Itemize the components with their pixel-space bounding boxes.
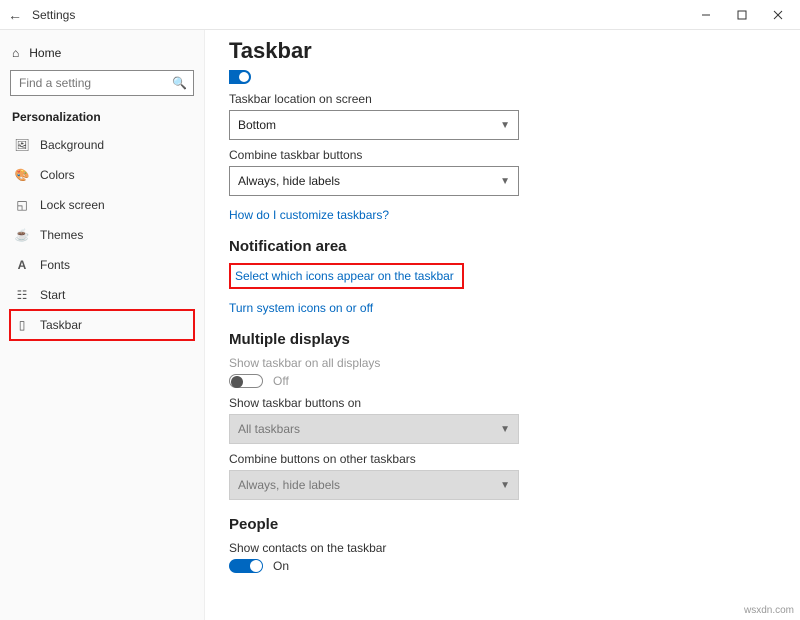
sidebar-item-label: Background — [40, 138, 104, 152]
main-pane: Taskbar Taskbar location on screen Botto… — [205, 30, 800, 620]
close-icon — [773, 10, 783, 20]
combine-buttons-dropdown[interactable]: Always, hide labels ▼ — [229, 166, 519, 196]
taskbar-icon: ▯ — [14, 318, 30, 332]
sidebar-item-themes[interactable]: ☕ Themes — [10, 220, 194, 250]
dropdown-value: Bottom — [238, 118, 276, 132]
back-button[interactable]: ← — [6, 7, 24, 23]
lock-screen-icon: ◱ — [14, 198, 30, 212]
sidebar-item-label: Lock screen — [40, 198, 105, 212]
notification-area-heading: Notification area — [229, 238, 776, 255]
home-button[interactable]: ⌂ Home — [10, 40, 194, 70]
combine-other-taskbars-label: Combine buttons on other taskbars — [229, 452, 776, 466]
show-contacts-toggle[interactable] — [229, 559, 263, 573]
minimize-icon — [701, 10, 711, 20]
minimize-button[interactable] — [688, 0, 724, 29]
dropdown-value: All taskbars — [238, 422, 300, 436]
search-field[interactable]: 🔍 — [10, 70, 194, 96]
search-input[interactable] — [17, 75, 167, 91]
sidebar-item-background[interactable]: 🖼 Background — [10, 130, 194, 160]
home-label: Home — [29, 46, 61, 60]
home-icon: ⌂ — [12, 46, 19, 60]
toggle-knob — [250, 560, 262, 572]
chevron-down-icon: ▼ — [500, 424, 510, 435]
sidebar-item-lock-screen[interactable]: ◱ Lock screen — [10, 190, 194, 220]
highlighted-box: Select which icons appear on the taskbar — [229, 263, 464, 289]
image-icon: 🖼 — [14, 138, 30, 152]
people-heading: People — [229, 516, 776, 533]
show-contacts-label: Show contacts on the taskbar — [229, 541, 776, 555]
show-taskbar-buttons-on-dropdown: All taskbars ▼ — [229, 414, 519, 444]
palette-icon: 🎨 — [14, 168, 30, 182]
maximize-icon — [737, 10, 747, 20]
combine-buttons-label: Combine taskbar buttons — [229, 148, 776, 162]
start-icon: ☷ — [14, 288, 30, 302]
sidebar-item-label: Colors — [40, 168, 75, 182]
show-taskbar-buttons-on-label: Show taskbar buttons on — [229, 396, 776, 410]
sidebar-item-fonts[interactable]: A Fonts — [10, 250, 194, 280]
toggle-state-label: Off — [273, 374, 289, 388]
toggle-knob — [231, 376, 243, 388]
watermark-text: wsxdn.com — [744, 605, 794, 616]
toggle-knob — [239, 72, 249, 82]
toggle-state-label: On — [273, 559, 289, 573]
themes-icon: ☕ — [14, 228, 30, 242]
page-title: Taskbar — [229, 38, 776, 64]
system-icons-link[interactable]: Turn system icons on or off — [229, 301, 776, 315]
dropdown-value: Always, hide labels — [238, 174, 340, 188]
chevron-down-icon: ▼ — [500, 120, 510, 131]
window-title: Settings — [32, 8, 75, 22]
search-icon: 🔍 — [172, 76, 187, 90]
truncated-toggle[interactable] — [229, 70, 251, 84]
maximize-button[interactable] — [724, 0, 760, 29]
taskbar-location-label: Taskbar location on screen — [229, 92, 776, 106]
dropdown-value: Always, hide labels — [238, 478, 340, 492]
close-button[interactable] — [760, 0, 796, 29]
sidebar-item-start[interactable]: ☷ Start — [10, 280, 194, 310]
sidebar-section-label: Personalization — [12, 110, 194, 124]
customize-taskbars-link[interactable]: How do I customize taskbars? — [229, 208, 776, 222]
select-icons-link[interactable]: Select which icons appear on the taskbar — [235, 269, 454, 283]
sidebar-item-label: Themes — [40, 228, 83, 242]
multiple-displays-heading: Multiple displays — [229, 331, 776, 348]
chevron-down-icon: ▼ — [500, 176, 510, 187]
sidebar: ⌂ Home 🔍 Personalization 🖼 Background 🎨 … — [0, 30, 205, 620]
show-taskbar-all-displays-toggle[interactable] — [229, 374, 263, 388]
fonts-icon: A — [14, 258, 30, 272]
sidebar-item-label: Start — [40, 288, 65, 302]
sidebar-item-colors[interactable]: 🎨 Colors — [10, 160, 194, 190]
sidebar-item-label: Fonts — [40, 258, 70, 272]
show-taskbar-all-displays-label: Show taskbar on all displays — [229, 356, 776, 370]
taskbar-location-dropdown[interactable]: Bottom ▼ — [229, 110, 519, 140]
chevron-down-icon: ▼ — [500, 480, 510, 491]
combine-other-taskbars-dropdown: Always, hide labels ▼ — [229, 470, 519, 500]
title-bar: ← Settings — [0, 0, 800, 30]
sidebar-item-label: Taskbar — [40, 318, 82, 332]
sidebar-item-taskbar[interactable]: ▯ Taskbar — [10, 310, 194, 340]
